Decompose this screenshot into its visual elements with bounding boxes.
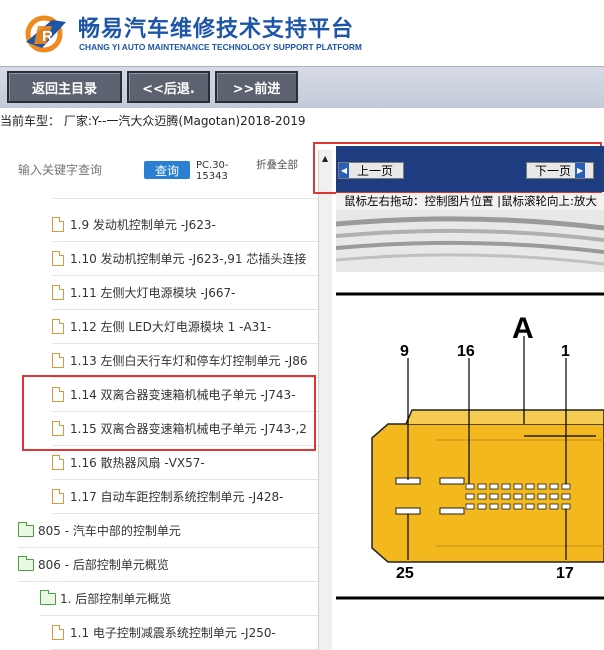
tree-item[interactable]: 1.17 自动车距控制系统控制单元 -J428- (52, 480, 318, 514)
file-icon (52, 251, 64, 266)
arrow-left-icon: ◀ (339, 163, 349, 178)
file-icon (52, 625, 64, 640)
pin-label-25: 25 (396, 565, 414, 582)
tree-folder[interactable]: 806 - 后部控制单元概览 (18, 548, 318, 582)
folder-open-icon (18, 555, 34, 571)
tree-item[interactable]: 1.1 电子控制减震系统控制单元 -J250- (52, 616, 318, 650)
file-icon (52, 285, 64, 300)
tree-folder[interactable]: 805 - 汽车中部的控制单元 (18, 514, 318, 548)
highlight-box-tree (22, 375, 316, 451)
file-icon (52, 353, 64, 368)
viewer-nav-bar: ◀ 上一页 下一页 ▶ (336, 146, 604, 192)
toolbar: 返回主目录 <<后退. >>前进 (0, 66, 604, 108)
current-model: 当前车型： 厂家:Y--一汽大众迈腾(Magotan)2018-2019 (0, 114, 306, 128)
collapse-all-button[interactable]: 折叠全部 (256, 160, 300, 171)
tree-scrollbar[interactable]: ▲ (318, 150, 332, 650)
search-input[interactable] (18, 163, 136, 177)
tree-item[interactable]: 1.13 左侧白天行车灯和停车灯控制单元 -J86 (52, 344, 318, 378)
app-title: 畅易汽车维修技术支持平台 (78, 17, 355, 42)
tree-item (52, 191, 318, 199)
prev-page-button[interactable]: ◀ 上一页 (338, 162, 404, 179)
tree-item-label: 1.13 左侧白天行车灯和停车灯控制单元 -J86 (70, 354, 308, 368)
pin-label-17: 17 (556, 565, 574, 582)
pin-label-9: 9 (400, 343, 409, 360)
tree-item-label: 1.16 散热器风扇 -VX57- (70, 456, 205, 470)
arrow-right-icon: ▶ (575, 163, 586, 178)
next-page-button[interactable]: 下一页 ▶ (526, 162, 594, 179)
search-button[interactable]: 查询 (144, 161, 190, 179)
tree-folder-label: 1. 后部控制单元概览 (60, 592, 172, 606)
connector-diagram[interactable]: A 9 16 1 25 17 (336, 210, 604, 650)
tree-item-label: 1.9 发动机控制单元 -J623- (70, 218, 216, 232)
tree-item-label: 1.11 左侧大灯电源模块 -J667- (70, 286, 236, 300)
next-page-label: 下一页 (535, 164, 572, 178)
forward-button[interactable]: >>前进 (215, 71, 298, 103)
search-row: 查询 PC.30-15343 折叠全部 (0, 155, 318, 191)
tree-folder-label: 805 - 汽车中部的控制单元 (38, 524, 181, 538)
prev-page-label: 上一页 (357, 164, 394, 178)
main-menu-button[interactable]: 返回主目录 (7, 71, 122, 103)
tree-item[interactable]: 1.12 左侧 LED大灯电源模块 1 -A31- (52, 310, 318, 344)
logo-icon: R (25, 15, 66, 53)
tree-item-label: 1.1 电子控制减震系统控制单元 -J250- (70, 626, 276, 640)
connector-drawing: A 9 16 1 25 17 (336, 210, 604, 600)
app-header: R 畅易汽车维修技术支持平台 CHANG YI AUTO MAINTENANCE… (0, 0, 604, 66)
file-icon (52, 455, 64, 470)
app-subtitle: CHANG YI AUTO MAINTENANCE TECHNOLOGY SUP… (79, 42, 362, 52)
tree-item-label: 1.17 自动车距控制系统控制单元 -J428- (70, 490, 284, 504)
svg-text:R: R (42, 28, 53, 45)
tree-folder-label: 806 - 后部控制单元概览 (38, 558, 169, 572)
viewer-hint: 鼠标左右拖动：控制图片位置 |鼠标滚轮向上:放大 (336, 193, 604, 210)
tree-folder[interactable]: 1. 后部控制单元概览 (40, 582, 318, 616)
tree-item-label: 1.12 左侧 LED大灯电源模块 1 -A31- (70, 320, 272, 334)
folder-icon (18, 521, 34, 537)
tree-item[interactable]: 1.10 发动机控制单元 -J623-,91 芯插头连接 (52, 242, 318, 276)
tree-item-label: 1.10 发动机控制单元 -J623-,91 芯插头连接 (70, 252, 307, 266)
connector-label-a: A (512, 312, 534, 345)
file-icon (52, 489, 64, 504)
tree-item[interactable]: 1.9 发动机控制单元 -J623- (52, 208, 318, 242)
pin-label-16: 16 (457, 343, 475, 360)
tree-item[interactable]: 1.16 散热器风扇 -VX57- (52, 446, 318, 480)
file-icon (52, 217, 64, 232)
folder-open-icon (40, 589, 56, 605)
back-button[interactable]: <<后退. (127, 71, 210, 103)
tree-item[interactable]: 1.11 左侧大灯电源模块 -J667- (52, 276, 318, 310)
file-icon (52, 319, 64, 334)
pc-code-label: PC.30-15343 (196, 160, 229, 182)
pin-label-1: 1 (561, 343, 570, 360)
